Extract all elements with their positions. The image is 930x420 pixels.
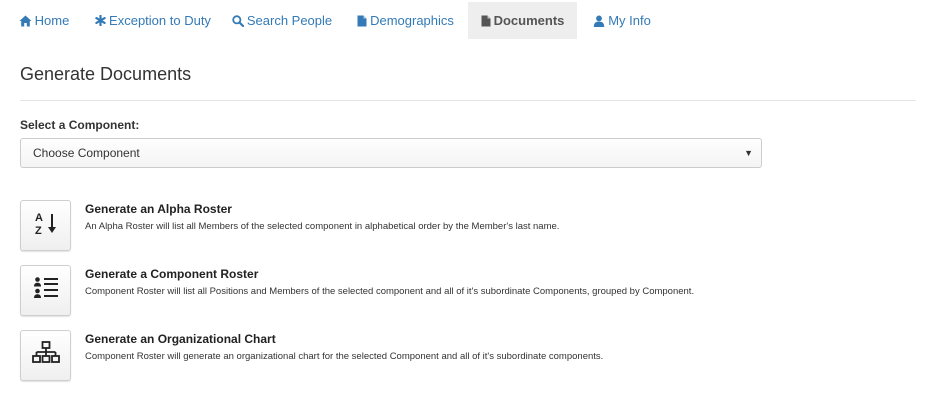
nav-tab-label: Demographics xyxy=(370,13,454,28)
nav-tab-search-people[interactable]: Search People xyxy=(229,2,335,39)
generate-org-chart-button[interactable] xyxy=(20,330,71,381)
nav-tab-label: Exception to Duty xyxy=(109,13,211,28)
component-select-label: Select a Component: xyxy=(20,118,140,132)
svg-text:Z: Z xyxy=(35,225,42,236)
doc-description: Component Roster will list all Positions… xyxy=(85,286,695,297)
component-select[interactable]: Choose Component ▼ xyxy=(20,138,762,168)
asterisk-icon xyxy=(95,15,106,26)
doc-title-alpha-roster[interactable]: Generate an Alpha Roster xyxy=(85,202,232,216)
nav-tab-label: My Info xyxy=(608,13,651,28)
doc-option-org-chart: Generate an Organizational Chart Compone… xyxy=(20,330,900,382)
doc-option-component-roster: Generate a Component Roster Component Ro… xyxy=(20,265,900,317)
component-select-value: Choose Component xyxy=(33,146,140,160)
top-nav: Home Exception to Duty Search People Dem… xyxy=(0,0,930,40)
doc-option-alpha-roster: A Z Generate an Alpha Roster An Alpha Ro… xyxy=(20,200,900,252)
nav-tab-my-info[interactable]: My Info xyxy=(587,2,657,39)
doc-description: An Alpha Roster will list all Members of… xyxy=(85,221,560,232)
user-icon xyxy=(593,15,605,27)
title-divider xyxy=(20,100,916,101)
org-chart-icon xyxy=(31,341,60,370)
nav-tab-label: Home xyxy=(34,13,70,28)
home-icon xyxy=(19,15,32,27)
file-icon xyxy=(481,15,491,27)
sort-alpha-icon: A Z xyxy=(34,210,58,241)
user-list-icon xyxy=(33,276,59,305)
nav-tab-home[interactable]: Home xyxy=(12,2,76,39)
doc-description: Component Roster will generate an organi… xyxy=(85,351,604,362)
nav-tab-exception-to-duty[interactable]: Exception to Duty xyxy=(92,2,214,39)
nav-tab-label: Search People xyxy=(246,13,333,28)
generate-alpha-roster-button[interactable]: A Z xyxy=(20,200,71,251)
file-icon xyxy=(357,15,367,27)
dropdown-arrow-icon: ▼ xyxy=(744,148,753,158)
doc-title-org-chart[interactable]: Generate an Organizational Chart xyxy=(85,332,276,346)
search-icon xyxy=(232,14,244,27)
generate-component-roster-button[interactable] xyxy=(20,265,71,316)
nav-tab-label: Documents xyxy=(493,13,565,28)
svg-text:A: A xyxy=(35,212,43,224)
nav-tab-demographics[interactable]: Demographics xyxy=(351,2,460,39)
nav-tab-documents[interactable]: Documents xyxy=(468,2,577,39)
page-title: Generate Documents xyxy=(20,64,192,84)
doc-title-component-roster[interactable]: Generate a Component Roster xyxy=(85,267,258,281)
